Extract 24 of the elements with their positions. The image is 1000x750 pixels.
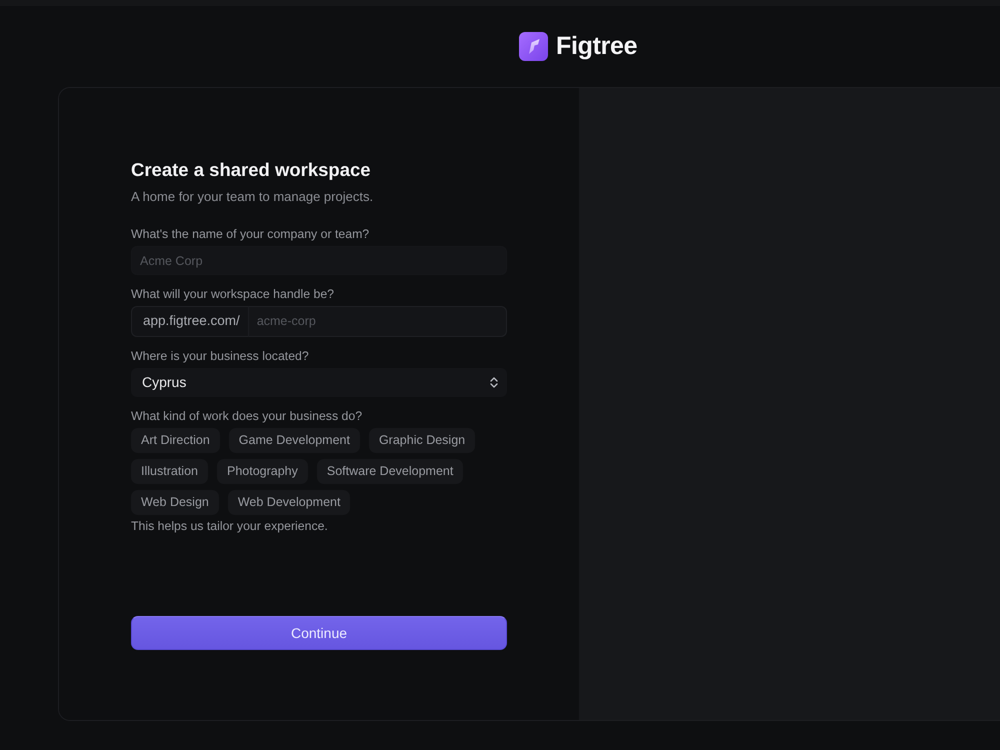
- form-title: Create a shared workspace: [131, 159, 372, 181]
- logo-icon: [519, 32, 548, 61]
- category-chip[interactable]: Art Direction: [131, 428, 220, 453]
- category-chip[interactable]: Graphic Design: [368, 428, 476, 453]
- field-label: What kind of work does your business do?: [131, 409, 364, 424]
- field-label: Where is your business located?: [131, 349, 310, 364]
- category-chip[interactable]: Illustration: [131, 459, 208, 484]
- category-chip[interactable]: Photography: [216, 459, 308, 484]
- field-label: What will your workspace handle be?: [131, 287, 336, 302]
- text-field[interactable]: Acme Corp: [131, 246, 507, 275]
- category-chip[interactable]: Game Development: [228, 428, 360, 453]
- country-select[interactable]: Cyprus: [131, 368, 507, 397]
- continue-button[interactable]: Continue: [131, 616, 507, 650]
- helper-text: This helps us tailor your experience.: [131, 519, 329, 534]
- brand-name: Figtree: [556, 30, 638, 62]
- up-down-chevron-icon: [490, 377, 498, 388]
- select-value: Cyprus: [142, 373, 186, 392]
- category-chip[interactable]: Web Design: [131, 490, 219, 515]
- category-chip[interactable]: Web Development: [228, 490, 350, 515]
- handle-field[interactable]: acme-corp: [248, 306, 507, 337]
- field-label: What's the name of your company or team?: [131, 227, 370, 242]
- category-chip[interactable]: Software Development: [316, 459, 464, 484]
- form-subtitle: A home for your team to manage projects.: [131, 188, 374, 206]
- url-prefix: app.figtree.com/: [131, 306, 249, 337]
